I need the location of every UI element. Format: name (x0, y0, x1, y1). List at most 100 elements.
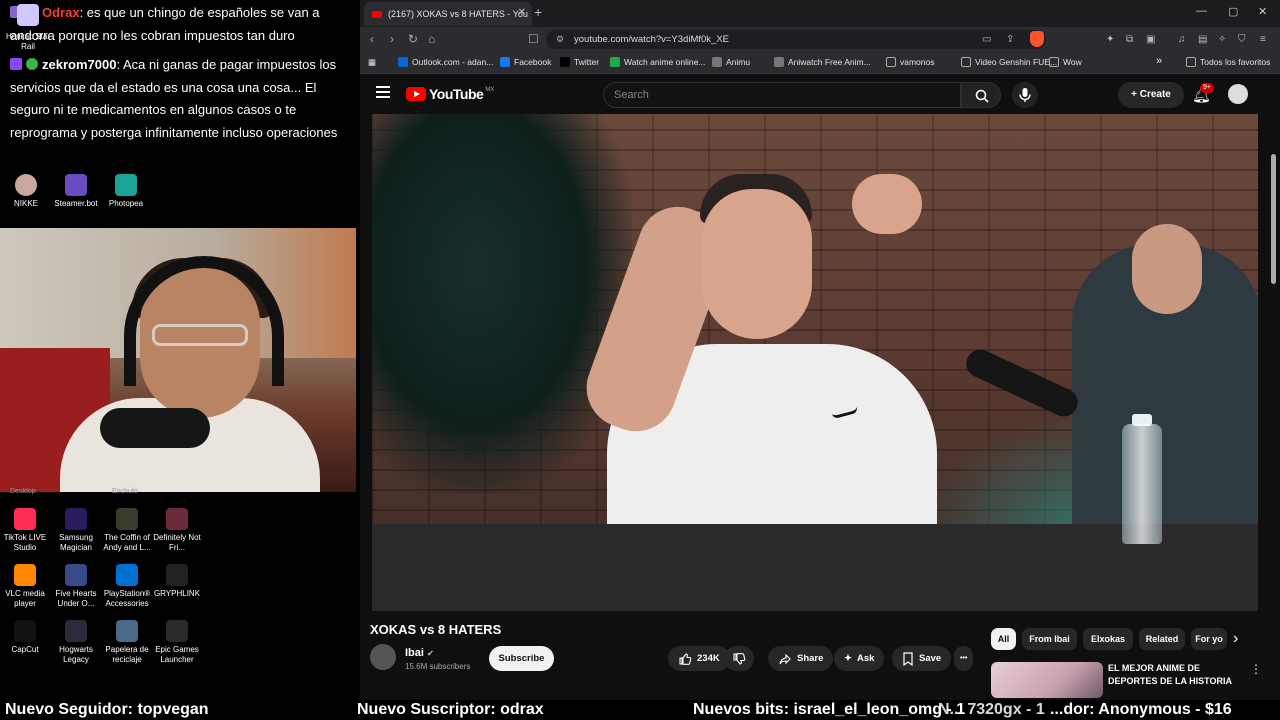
close-window-icon[interactable]: ✕ (1258, 5, 1267, 18)
bookmark-item[interactable]: Aniwatch Free Anim... (774, 57, 871, 67)
page-scrollbar[interactable] (1271, 154, 1276, 284)
ask-button[interactable]: ✦ Ask (834, 646, 885, 671)
bookmark-item[interactable]: Wow (1049, 57, 1082, 67)
create-label: Create (1139, 89, 1171, 100)
desktop-icon[interactable]: Honkai: Star Rail (0, 4, 58, 52)
streamer-bot-icon (65, 174, 87, 196)
bookmark-item[interactable]: vamonos (886, 57, 935, 67)
desktop-icon-label: Definitely Not Fri... (153, 533, 201, 552)
vlc-icon (14, 564, 36, 586)
search-input[interactable]: Search (603, 82, 961, 108)
vpn-icon[interactable]: ⛉ (1238, 34, 1246, 45)
x-icon (560, 57, 570, 67)
url-field[interactable]: ⚙ youtube.com/watch?v=Y3diMf0k_XE (546, 30, 1046, 49)
like-button[interactable]: 234K (668, 646, 730, 671)
wallet-icon[interactable]: ▤ (1198, 34, 1207, 45)
ticker-item: Nuevo Suscriptor: odrax (357, 701, 544, 718)
youtube-favicon-icon (372, 10, 382, 18)
bookmarks-bar: ▦ Outlook.com - adan... Facebook Twitter Wa… (360, 52, 1280, 74)
minimize-icon[interactable]: — (1196, 5, 1207, 17)
site-info-icon[interactable]: ⚙ (556, 30, 564, 49)
sidebar-icon[interactable]: ▣ (1146, 34, 1155, 45)
bookmark-icon (903, 651, 913, 666)
bookmark-label: Video Genshin FUE... (975, 57, 1058, 67)
back-icon[interactable]: ‹ (370, 32, 374, 46)
desktop-icon[interactable]: Epic Games Launcher (147, 620, 207, 665)
share-button[interactable]: Share (768, 646, 834, 671)
video-water-bottle (1122, 424, 1162, 544)
youtube-page: YouTube MX Search + Create 🔔︎ 9+ XOKAS v… (360, 74, 1280, 700)
chat-message: zekrom7000: Aca ni ganas de pagar impues… (10, 54, 346, 144)
bookmarks-overflow-icon[interactable]: » (1156, 55, 1162, 67)
chip-all[interactable]: All (991, 628, 1016, 650)
save-label: Save (919, 653, 942, 664)
brave-shield-icon[interactable] (1030, 31, 1044, 47)
bookmark-item[interactable]: Animu (712, 57, 750, 67)
bookmark-item[interactable]: Outlook.com - adan... (398, 57, 493, 67)
chip-related[interactable]: Related (1139, 628, 1185, 650)
puzzle-icon[interactable]: ⧉ (1126, 34, 1133, 45)
bookmark-label: Watch anime online... (624, 57, 706, 67)
chip-from-ibai[interactable]: From Ibai (1022, 628, 1077, 650)
ticker-item: ...dor: Anonymous - $16 (1050, 701, 1232, 718)
save-button[interactable]: Save (892, 646, 952, 671)
reload-icon[interactable]: ↻ (408, 32, 418, 46)
subscribe-button[interactable]: Subscribe (489, 646, 554, 671)
bookmark-label: Aniwatch Free Anim... (788, 57, 871, 67)
home-icon[interactable]: ⌂ (428, 32, 435, 46)
youtube-wordmark: YouTube (429, 86, 484, 102)
gryphlink-icon (166, 564, 188, 586)
playstation-icon (116, 564, 138, 586)
recommended-video-thumbnail[interactable] (991, 662, 1103, 698)
game-icon (65, 564, 87, 586)
bookmark-page-icon[interactable]: ☐ (528, 32, 539, 46)
bookmark-item[interactable]: Video Genshin FUE... (961, 57, 1057, 67)
desktop-icon[interactable]: GRYPHLINK (147, 564, 207, 599)
search-button[interactable] (961, 82, 1001, 108)
desktop-icon[interactable]: Definitely Not Fri... (147, 508, 207, 553)
dislike-button[interactable] (724, 646, 754, 671)
close-tab-icon[interactable]: ✕ (518, 7, 526, 18)
menu-icon[interactable]: ≡ (1260, 34, 1266, 45)
all-bookmarks-label: Todos los favoritos (1200, 57, 1271, 67)
chip-elxokas[interactable]: Elxokas (1083, 628, 1133, 650)
aniwatch-icon (774, 57, 784, 67)
create-button[interactable]: + Create (1118, 82, 1184, 108)
share-page-icon[interactable]: ⇪ (1006, 34, 1014, 45)
recommended-video-title[interactable]: EL MEJOR ANIME DE DEPORTES DE LA HISTORI… (1108, 662, 1248, 688)
chip-for-you[interactable]: For yo (1191, 628, 1227, 650)
youtube-logo[interactable]: YouTube MX (406, 86, 494, 102)
bookmark-item[interactable]: Facebook (500, 57, 551, 67)
extension-icon[interactable]: ✦ (1106, 34, 1114, 45)
emote-icon (26, 58, 38, 70)
maximize-icon[interactable]: ▢ (1228, 5, 1238, 18)
browser-tab[interactable]: (2167) XOKAS vs 8 HATERS - You ✕ (364, 2, 532, 26)
video-guest-head (1132, 224, 1202, 314)
all-bookmarks[interactable]: Todos los favoritos (1186, 57, 1270, 67)
hamburger-menu-icon[interactable] (376, 86, 390, 98)
bookmark-item[interactable]: Twitter (560, 57, 599, 67)
desktop-icon[interactable]: Photopea (96, 174, 156, 209)
nikke-icon (15, 174, 37, 196)
folder-icon (1186, 57, 1196, 67)
screen-cast-icon[interactable]: ▭ (982, 34, 991, 45)
more-actions-button[interactable]: ••• (954, 646, 974, 671)
apps-grid-icon[interactable]: ▦ (368, 57, 376, 68)
address-bar-row: ‹ › ↻ ⌂ ☐ ⚙ youtube.com/watch?v=Y3diMf0k… (360, 27, 1280, 52)
leo-ai-icon[interactable]: ✧ (1218, 34, 1226, 45)
channel-avatar[interactable] (370, 644, 396, 670)
voice-search-button[interactable] (1012, 82, 1038, 108)
folder-icon (886, 57, 896, 67)
channel-name-row[interactable]: Ibai ✔ (405, 647, 434, 659)
bookmark-label: Twitter (574, 57, 600, 67)
verified-badge-icon: ✔ (426, 649, 434, 658)
forward-icon[interactable]: › (390, 32, 394, 46)
ticker-item: Nuevo Seguidor: topvegan (5, 701, 209, 718)
video-player[interactable] (372, 114, 1258, 611)
music-icon[interactable]: ♫ (1178, 34, 1186, 45)
bookmark-item[interactable]: Watch anime online... (610, 57, 705, 67)
chips-next-icon[interactable]: › (1233, 628, 1238, 650)
account-avatar[interactable] (1228, 84, 1248, 104)
recommended-video-menu-icon[interactable]: ⋮ (1250, 662, 1262, 676)
new-tab-button[interactable]: + (534, 4, 542, 20)
